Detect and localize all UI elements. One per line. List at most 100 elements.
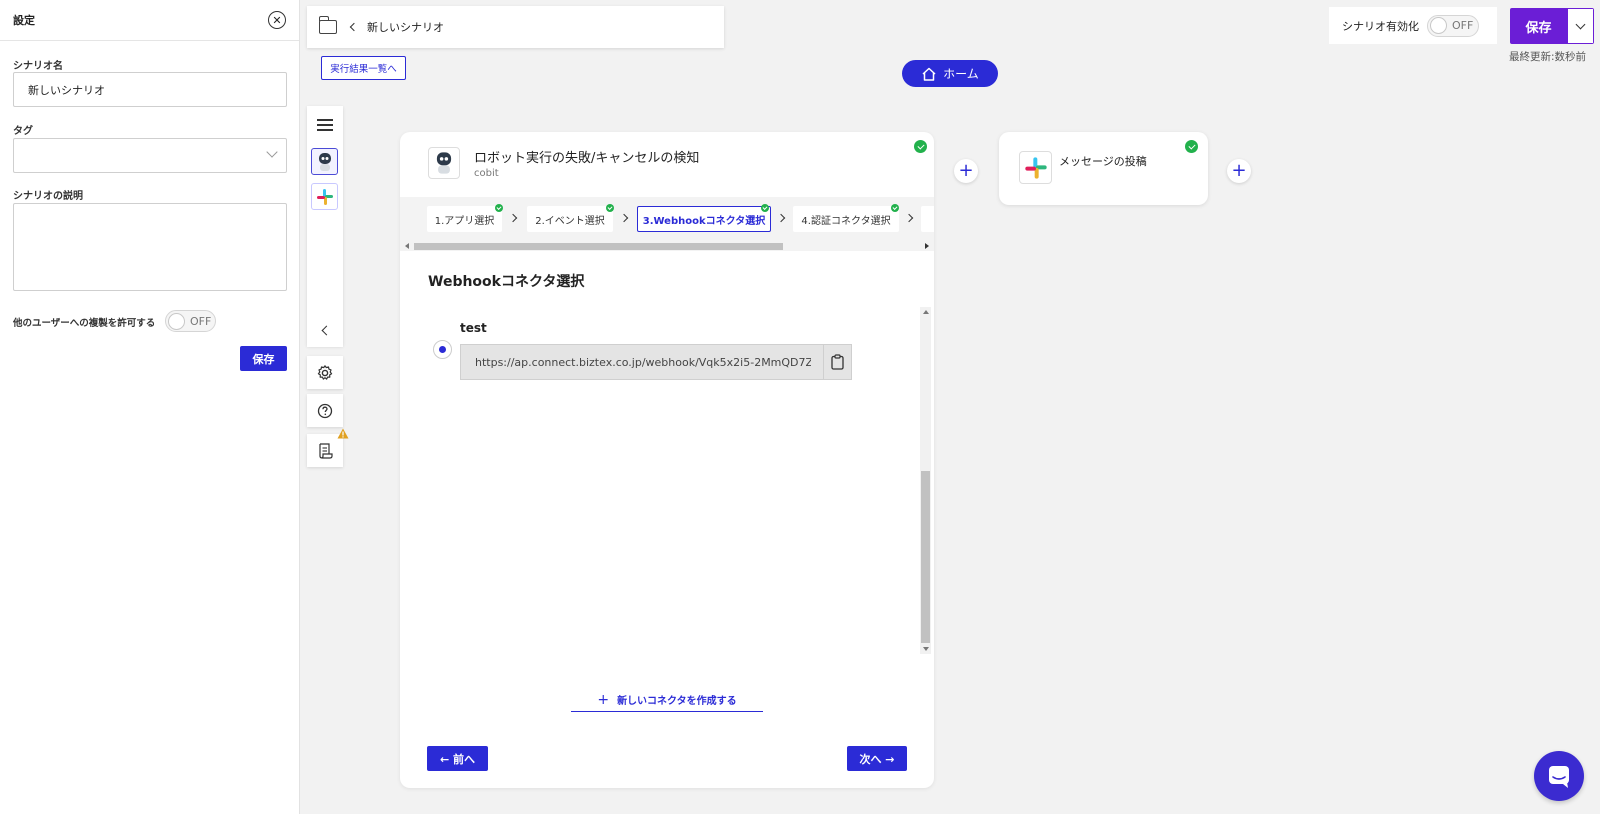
step-1[interactable]: 1.アプリ選択 (427, 206, 502, 232)
slack-icon (316, 188, 333, 205)
save-button[interactable]: 保存 (1510, 8, 1567, 44)
chevron-right-icon (508, 213, 518, 223)
help-icon (317, 403, 333, 418)
list-view-button[interactable] (307, 108, 343, 141)
action-card-slack[interactable]: メッセージの投稿 (999, 132, 1208, 205)
tag-label: タグ (13, 126, 33, 137)
add-step-button-end[interactable]: + (1227, 159, 1251, 183)
settings-title: 設定 (13, 14, 35, 27)
allow-copy-toggle[interactable]: OFF (165, 310, 216, 332)
home-button[interactable]: ホーム (902, 60, 998, 87)
toggle-state: OFF (190, 314, 212, 328)
connector-name: test (460, 321, 487, 335)
description-textarea[interactable] (13, 203, 287, 291)
card-title: ロボット実行の失敗/キャンセルの検知 (474, 151, 700, 166)
robot-icon (436, 152, 452, 174)
card-header: ロボット実行の失敗/キャンセルの検知 cobit (428, 147, 699, 179)
plus-icon: + (597, 691, 610, 708)
save-dropdown-button[interactable] (1567, 8, 1594, 44)
folder-icon[interactable] (318, 16, 337, 34)
close-icon[interactable]: ✕ (268, 11, 286, 29)
chevron-right-icon (904, 213, 914, 223)
scenario-name-input[interactable]: 新しいシナリオ (13, 72, 287, 107)
enable-label: シナリオ有効化 (1342, 19, 1419, 33)
document-icon (319, 442, 333, 459)
app-icon (1019, 151, 1052, 184)
connector-list-scrollbar[interactable] (920, 307, 931, 654)
steps-bar: 1.アプリ選択 2.イベント選択 3.Webhookコネクタ選択 4.認証コネク… (400, 197, 934, 241)
check-icon (606, 204, 614, 212)
scroll-left-icon[interactable] (405, 243, 409, 249)
home-icon (922, 67, 936, 81)
scenario-enable-box: シナリオ有効化 OFF (1329, 7, 1497, 44)
card-subtitle: cobit (474, 168, 499, 179)
app-thumb-cobit[interactable] (311, 148, 338, 175)
tag-select[interactable] (13, 138, 287, 173)
step-label: 4.認証コネクタ選択 (801, 215, 891, 227)
settings-panel: 設定 ✕ シナリオ名 新しいシナリオ タグ シナリオの説明 他のユーザーへの複製… (0, 0, 300, 814)
save-split-button: 保存 (1510, 8, 1594, 44)
radio-dot (439, 346, 446, 353)
slack-icon (1024, 156, 1047, 179)
create-connector-link[interactable]: + 新しいコネクタを作成する (571, 688, 763, 712)
steps-scrollbar[interactable] (400, 241, 934, 251)
collapse-toolbar-button[interactable] (307, 314, 343, 347)
webhook-url: https://ap.connect.biztex.co.jp/webhook/… (475, 355, 811, 369)
next-button[interactable]: 次へ → (847, 746, 907, 771)
description-label: シナリオの説明 (13, 191, 83, 202)
scroll-up-icon[interactable] (923, 310, 929, 314)
check-icon (495, 204, 503, 212)
settings-header: 設定 ✕ (0, 0, 299, 41)
check-icon (891, 204, 899, 212)
copy-button[interactable] (823, 345, 851, 379)
chevron-right-icon (619, 213, 629, 223)
help-button[interactable] (307, 394, 343, 427)
step-5-partial[interactable] (921, 206, 934, 232)
step-2[interactable]: 2.イベント選択 (527, 206, 613, 232)
allow-copy-label: 他のユーザーへの複製を許可する (13, 318, 156, 329)
add-step-button[interactable]: + (954, 159, 978, 183)
chat-launcher-button[interactable] (1534, 751, 1584, 801)
app-icon (428, 147, 460, 179)
gear-icon (317, 364, 333, 380)
chevron-left-icon (321, 325, 332, 336)
scenario-title[interactable]: 新しいシナリオ (367, 19, 444, 35)
check-icon (761, 204, 769, 212)
trigger-card: ロボット実行の失敗/キャンセルの検知 cobit 1.アプリ選択 2.イベント選… (400, 132, 934, 788)
toggle-knob (168, 312, 185, 330)
chevron-left-icon[interactable] (349, 22, 359, 32)
step-3[interactable]: 3.Webhookコネクタ選択 (637, 206, 771, 232)
list-icon (317, 118, 333, 131)
scroll-down-icon[interactable] (923, 647, 929, 651)
clipboard-icon (831, 354, 844, 370)
last-updated: 最終更新:数秒前 (1509, 51, 1587, 63)
settings-button[interactable] (307, 356, 343, 389)
flow-toolbar (307, 106, 343, 346)
check-icon (914, 140, 927, 153)
step-4[interactable]: 4.認証コネクタ選択 (793, 206, 899, 232)
scrollbar-thumb[interactable] (414, 243, 783, 250)
scenario-name-label: シナリオ名 (13, 61, 63, 72)
create-connector-label: 新しいコネクタを作成する (617, 696, 737, 707)
enable-toggle[interactable]: OFF (1427, 14, 1479, 37)
webhook-url-field[interactable]: https://ap.connect.biztex.co.jp/webhook/… (460, 344, 852, 380)
check-icon (1185, 140, 1198, 153)
scenario-header: 新しいシナリオ (307, 6, 724, 48)
action-title: メッセージの投稿 (1059, 155, 1147, 168)
robot-icon (318, 152, 331, 171)
section-title: Webhookコネクタ選択 (428, 274, 585, 290)
results-list-link[interactable]: 実行結果一覧へ (321, 56, 406, 80)
chevron-down-icon (266, 146, 278, 158)
settings-save-button[interactable]: 保存 (240, 346, 287, 371)
scrollbar-thumb[interactable] (921, 471, 930, 643)
connector-radio[interactable] (433, 340, 452, 359)
step-label: 2.イベント選択 (535, 215, 605, 227)
scroll-right-icon[interactable] (925, 243, 929, 249)
prev-button[interactable]: ← 前へ (427, 746, 488, 771)
app-thumb-slack[interactable] (311, 183, 338, 210)
step-label: 1.アプリ選択 (434, 215, 495, 227)
home-label: ホーム (943, 67, 979, 81)
step-label: 3.Webhookコネクタ選択 (642, 215, 766, 227)
chat-icon (1549, 766, 1569, 788)
toggle-knob (1430, 17, 1447, 34)
